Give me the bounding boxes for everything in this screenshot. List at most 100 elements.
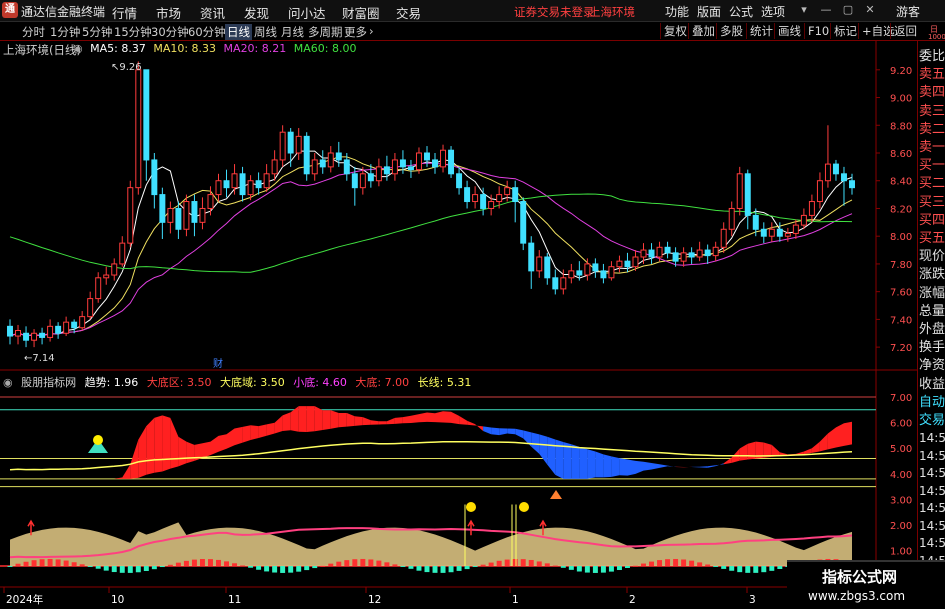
panel-item-3[interactable]: 卖三 xyxy=(919,100,945,119)
panel-item-14[interactable]: 总量 xyxy=(919,300,945,319)
menu-trade[interactable]: 交易 xyxy=(396,3,421,22)
close-icon[interactable]: ✕ xyxy=(861,1,879,19)
histogram-bar xyxy=(624,565,630,568)
panel-item-20[interactable]: 交易 xyxy=(919,409,945,428)
trend-ribbon xyxy=(435,411,443,423)
menu-options[interactable]: 选项 xyxy=(761,3,785,20)
panel-item-10[interactable]: 买五 xyxy=(919,227,945,246)
toolbar-adjust-button[interactable]: 复权 xyxy=(660,23,690,39)
histogram-bar xyxy=(649,561,655,566)
event-marker[interactable]: 财 xyxy=(213,357,223,370)
panel-item-15[interactable]: 外盘 xyxy=(919,318,945,337)
chevron-right-icon[interactable]: › xyxy=(369,24,374,38)
histogram-bar xyxy=(151,565,157,570)
candle-down xyxy=(832,163,839,175)
menu-discover[interactable]: 发现 xyxy=(244,3,269,22)
panel-item-18[interactable]: 收益 xyxy=(919,373,945,392)
trend-ribbon xyxy=(218,434,227,452)
panel-item-11[interactable]: 现价 xyxy=(919,245,945,264)
candle-down xyxy=(600,270,607,279)
candle-up xyxy=(359,173,366,189)
period-monthly[interactable]: 月线 xyxy=(281,24,304,40)
menu-wealth[interactable]: 财富圈 xyxy=(342,3,380,22)
panel-item-19[interactable]: 自动 xyxy=(919,391,945,410)
candle-up xyxy=(119,242,126,265)
period-30min[interactable]: 30分钟 xyxy=(151,24,189,40)
period-5min[interactable]: 5分钟 xyxy=(82,24,112,40)
trend-ribbon xyxy=(250,425,259,440)
panel-item-13[interactable]: 涨幅 xyxy=(919,282,945,301)
menu-formula[interactable]: 公式 xyxy=(729,3,753,20)
date-tick-label: 12 xyxy=(368,594,381,606)
minimize-icon[interactable]: — xyxy=(817,1,835,19)
menu-layout[interactable]: 版面 xyxy=(697,3,721,20)
menu-quotes[interactable]: 行情 xyxy=(112,3,137,22)
kline-chart[interactable]: 9.20 9.00 8.80 8.60 8.40 8.20 8.00 7.80 7.60 7.40… xyxy=(0,41,917,609)
toolbar-draw-button[interactable]: 画线 xyxy=(774,23,804,39)
period-15min[interactable]: 15分钟 xyxy=(114,24,152,40)
trend-ribbon xyxy=(306,406,315,432)
toolbar-f10-button[interactable]: F10 xyxy=(804,23,832,39)
collapse-icon: ◉ xyxy=(3,376,13,389)
date-axis: 2024年 10 11 12 1 2 3 xyxy=(3,587,756,606)
legend-big-bottom: 大底: 7.00 xyxy=(355,376,410,389)
trend-ribbon xyxy=(394,417,403,424)
guest-account[interactable]: 游客 xyxy=(896,3,920,20)
panel-item-17[interactable]: 净资 xyxy=(919,354,945,373)
maximize-icon[interactable]: ▢ xyxy=(839,1,857,19)
period-1min[interactable]: 1分钟 xyxy=(50,24,80,40)
period-daily[interactable]: 日线 xyxy=(225,24,252,40)
panel-item-2[interactable]: 卖四 xyxy=(919,81,945,100)
indicator-name[interactable]: 股朋指标网 xyxy=(21,376,76,389)
panel-item-9[interactable]: 买四 xyxy=(919,209,945,228)
menu-ask[interactable]: 问小达 xyxy=(288,3,326,22)
panel-item-16[interactable]: 换手 xyxy=(919,336,945,355)
candle-down xyxy=(303,135,310,175)
histogram-bar xyxy=(23,561,29,566)
toolbar-mark-button[interactable]: 标记 xyxy=(830,23,860,39)
toolbar-back-button[interactable]: 返回 xyxy=(890,23,920,39)
candle-up xyxy=(736,173,743,209)
candle-up xyxy=(311,159,318,175)
histogram-bar xyxy=(207,559,213,566)
histogram-bar xyxy=(199,559,205,566)
candle-down xyxy=(71,321,78,329)
trend-ribbon xyxy=(691,466,700,468)
period-multi[interactable]: 多周期 xyxy=(308,24,343,40)
login-status[interactable]: 证券交易未登录 xyxy=(514,4,595,20)
panel-item-12[interactable]: 涨跌 xyxy=(919,263,945,282)
toolbar-stats-button[interactable]: 统计 xyxy=(746,23,776,39)
histogram-bar xyxy=(440,565,446,573)
trend-ribbon xyxy=(667,465,676,467)
panel-item-5[interactable]: 卖一 xyxy=(919,136,945,155)
period-more[interactable]: 更多 xyxy=(344,24,367,40)
histogram-bar xyxy=(657,560,663,566)
menu-function[interactable]: 功能 xyxy=(665,3,689,20)
indicator-tick-label: 2.00 xyxy=(890,521,912,532)
period-weekly[interactable]: 周线 xyxy=(254,24,277,40)
toolbar-multistock-button[interactable]: 多股 xyxy=(716,23,746,39)
panel-item-0[interactable]: 委比 xyxy=(919,45,945,64)
candle-up xyxy=(207,194,214,209)
period-intraday[interactable]: 分时 xyxy=(22,24,45,40)
panel-item-8[interactable]: 买三 xyxy=(919,191,945,210)
candle-up xyxy=(808,201,815,216)
period-60min[interactable]: 60分钟 xyxy=(188,24,226,40)
indicator-tick-label: 4.00 xyxy=(890,470,912,481)
menu-market[interactable]: 市场 xyxy=(156,3,181,22)
panel-item-1[interactable]: 卖五 xyxy=(919,63,945,82)
panel-item-6[interactable]: 买一 xyxy=(919,154,945,173)
toolbar-overlay-button[interactable]: 叠加 xyxy=(688,23,718,39)
panel-item-7[interactable]: 买二 xyxy=(919,172,945,191)
trend-ribbon xyxy=(282,412,291,431)
trend-ribbon xyxy=(659,464,668,468)
menu-news[interactable]: 资讯 xyxy=(200,3,225,22)
indicator-legend: ◉ 股朋指标网 趋势: 1.96 大底区: 3.50 大底域: 3.50 小底:… xyxy=(3,374,476,390)
trend-ribbon xyxy=(579,446,588,479)
header-stock-name: 上海环境 xyxy=(589,5,635,19)
dropdown-icon[interactable]: ▾ xyxy=(795,1,813,19)
candle-down xyxy=(592,263,599,272)
trend-ribbon xyxy=(475,424,484,431)
panel-item-4[interactable]: 卖二 xyxy=(919,118,945,137)
histogram-bar xyxy=(448,565,454,573)
